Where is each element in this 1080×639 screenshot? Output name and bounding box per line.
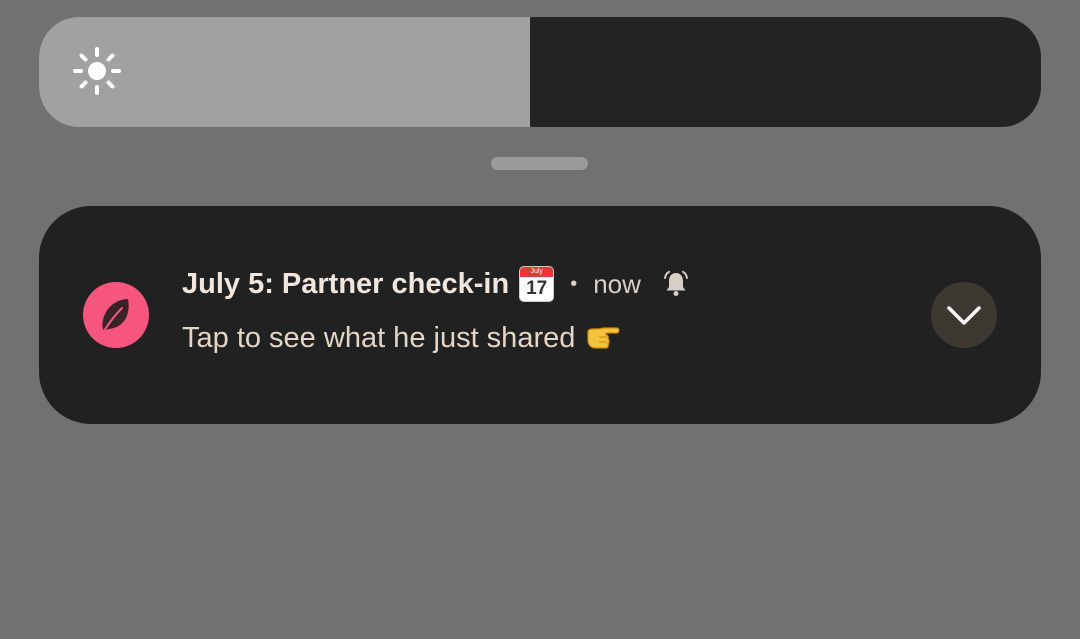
pointing-right-emoji: [587, 327, 620, 349]
notification-card[interactable]: July 5: Partner check-in July 17 • now T…: [39, 206, 1041, 424]
expand-button[interactable]: [931, 282, 997, 348]
feather-icon: [102, 299, 129, 332]
ringing-bell-icon: [663, 270, 688, 296]
calendar-emoji: July 17: [519, 266, 555, 302]
sun-icon: [73, 47, 121, 95]
calendar-month: July: [520, 267, 554, 277]
drag-handle[interactable]: [491, 157, 588, 170]
separator-dot: •: [570, 272, 578, 295]
notification-time: now: [593, 268, 641, 299]
notification-title: July 5: Partner check-in: [182, 267, 510, 300]
calendar-day: 17: [526, 278, 548, 299]
brightness-slider[interactable]: [39, 17, 1041, 127]
app-icon: [83, 282, 149, 348]
notification-body: Tap to see what he just shared: [182, 318, 621, 358]
notification-shade: July 5: Partner check-in July 17 • now T…: [0, 0, 1080, 639]
notification-message: Tap to see what he just shared: [182, 321, 576, 354]
notification-header: July 5: Partner check-in July 17 • now: [182, 262, 691, 306]
chevron-down-icon: [947, 306, 981, 325]
